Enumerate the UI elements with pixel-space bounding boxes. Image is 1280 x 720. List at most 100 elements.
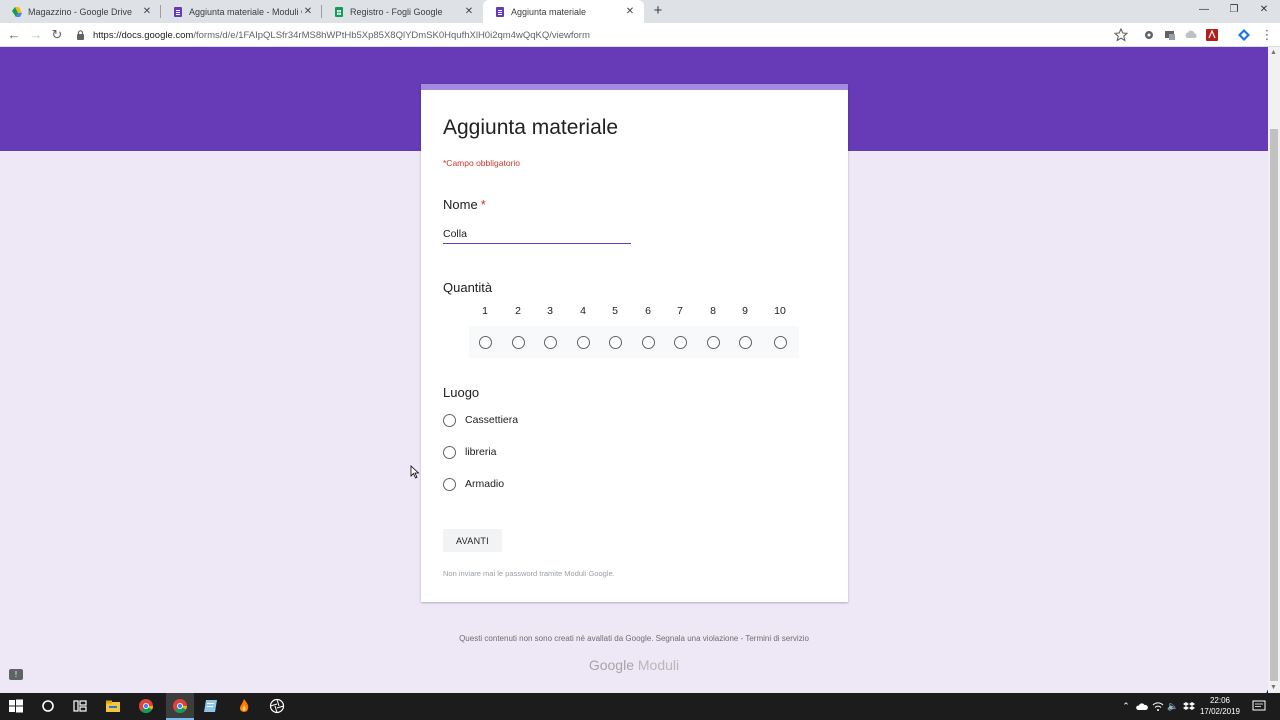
report-feedback-icon[interactable]: ! <box>9 669 23 680</box>
taskbar-clock[interactable]: 22:06 17/02/2019 <box>1196 695 1244 717</box>
volume-icon[interactable]: 🔈 <box>1167 701 1179 712</box>
scale-radio-7[interactable] <box>674 336 687 349</box>
cast-extension-icon[interactable] <box>1163 28 1177 42</box>
scale-label-5: 5 <box>612 305 618 317</box>
option-armadio[interactable]: Armadio <box>443 476 504 492</box>
browser-tab-forms-view[interactable]: Aggiunta materiale ✕ <box>483 0 644 23</box>
close-tab-icon[interactable]: ✕ <box>463 6 475 18</box>
restore-icon[interactable]: ❐ <box>1218 0 1250 23</box>
tab-title: Magazzino - Google Drive <box>28 6 133 17</box>
scale-radio-1[interactable] <box>479 336 492 349</box>
scale-label-4: 4 <box>580 305 586 317</box>
extension-icon[interactable] <box>1142 28 1156 42</box>
question-nome-label: Nome * <box>443 197 486 212</box>
url-path: /forms/d/e/1FAIpQLSfr34rMS8hWPtHb5Xp85X8… <box>193 29 590 41</box>
radio-button[interactable] <box>443 413 456 427</box>
form-card: Aggiunta materiale *Campo obbligatorio N… <box>421 84 848 602</box>
address-bar[interactable]: https://docs.google.com/forms/d/e/1FAIpQ… <box>76 25 1136 45</box>
scale-radio-5[interactable] <box>609 336 622 349</box>
tab-title: Aggiunta materiale <box>511 6 587 17</box>
onedrive-icon[interactable] <box>1136 701 1148 712</box>
chrome-active-icon[interactable] <box>172 698 188 714</box>
option-cassettiera[interactable]: Cassettiera <box>443 412 518 428</box>
scale-label-10: 10 <box>774 305 786 317</box>
windows-start-icon[interactable] <box>8 698 24 714</box>
browser-tab-sheets[interactable]: Registro - Fogli Google ✕ <box>322 0 483 23</box>
close-tab-icon[interactable]: ✕ <box>302 6 314 18</box>
scale-label-6: 6 <box>645 305 651 317</box>
close-tab-icon[interactable]: ✕ <box>624 6 636 18</box>
google-forms-logo[interactable]: Google Moduli <box>0 657 1268 673</box>
browser-tab-forms-edit[interactable]: Aggiunta materiale - Moduli Goo ✕ <box>161 0 322 23</box>
scale-radio-6[interactable] <box>642 336 655 349</box>
required-field-note: *Campo obbligatorio <box>443 158 521 168</box>
forward-arrow-icon[interactable]: → <box>27 26 45 44</box>
google-forms-icon <box>174 6 182 17</box>
question-luogo-label: Luogo <box>443 385 480 400</box>
scale-radio-2[interactable] <box>512 336 525 349</box>
option-label: Armadio <box>465 478 505 490</box>
task-view-icon[interactable] <box>72 698 88 714</box>
question-quantita-label: Quantità <box>443 280 493 295</box>
required-asterisk: * <box>480 197 486 212</box>
cloud-extension-icon[interactable] <box>1184 28 1198 42</box>
page-scrollbar[interactable]: ▲ ▼ <box>1268 47 1280 693</box>
footer-disclaimer[interactable]: Questi contenuti non sono creati né aval… <box>0 634 1268 643</box>
browser-toolbar: ← → ↻ https://docs.google.com/forms/d/e/… <box>0 23 1280 47</box>
password-warning: Non inviare mai le password tramite Modu… <box>443 569 615 578</box>
browser-tab-drive[interactable]: Magazzino - Google Drive ✕ <box>0 0 161 23</box>
scale-radio-4[interactable] <box>577 336 590 349</box>
scale-radio-8[interactable] <box>707 336 720 349</box>
next-button[interactable]: AVANTI <box>443 529 502 552</box>
flame-app-icon[interactable] <box>236 698 252 714</box>
brand-google: Google <box>588 657 634 673</box>
tab-title: Aggiunta materiale - Moduli Goo <box>189 6 302 17</box>
tray-overflow-icon[interactable]: ⌃ <box>1120 701 1132 712</box>
acrobat-icon[interactable] <box>1205 28 1219 42</box>
aperture-app-icon[interactable] <box>269 698 285 714</box>
radio-button[interactable] <box>443 477 456 491</box>
scroll-up-icon[interactable]: ▲ <box>1270 49 1277 56</box>
scale-label-8: 8 <box>710 305 716 317</box>
brand-product: Moduli <box>637 657 680 673</box>
scale-radio-9[interactable] <box>739 336 752 349</box>
close-tab-icon[interactable]: ✕ <box>141 6 153 18</box>
scroll-down-icon[interactable]: ▼ <box>1270 684 1277 691</box>
bookmark-star-icon[interactable] <box>1114 28 1128 42</box>
google-sheets-icon <box>335 6 343 17</box>
scale-label-9: 9 <box>742 305 748 317</box>
scale-radio-3[interactable] <box>544 336 557 349</box>
google-forms-icon <box>496 6 504 17</box>
notes-app-icon[interactable] <box>203 698 219 714</box>
network-icon[interactable] <box>1152 701 1164 712</box>
clock-date: 17/02/2019 <box>1199 707 1241 716</box>
scale-radio-10[interactable] <box>774 336 787 349</box>
cortana-search-icon[interactable] <box>40 698 56 714</box>
nome-input[interactable] <box>443 225 631 244</box>
new-tab-button[interactable]: + <box>650 2 666 20</box>
mouse-cursor-icon <box>410 465 420 479</box>
windows-taskbar: ⌃ 🔈 22:06 17/02/2019 <box>0 693 1280 720</box>
lock-icon <box>77 30 84 40</box>
option-label: libreria <box>465 446 497 458</box>
browser-tab-strip: Magazzino - Google Drive ✕ Aggiunta mate… <box>0 0 1280 23</box>
scrollbar-thumb[interactable] <box>1270 129 1278 681</box>
file-explorer-icon[interactable] <box>105 698 121 714</box>
tab-title: Registro - Fogli Google <box>350 6 443 17</box>
dropbox-icon[interactable] <box>1183 701 1195 712</box>
radio-button[interactable] <box>443 445 456 459</box>
question-nome-text: Nome <box>443 197 478 212</box>
scale-label-1: 1 <box>482 305 488 317</box>
scale-label-2: 2 <box>515 305 521 317</box>
option-label: Cassettiera <box>465 414 519 426</box>
back-arrow-icon[interactable]: ← <box>5 26 23 44</box>
action-center-icon[interactable] <box>1252 700 1266 713</box>
option-libreria[interactable]: libreria <box>443 444 497 460</box>
reload-icon[interactable]: ↻ <box>48 26 66 44</box>
browser-menu-icon[interactable]: ⋮ <box>1258 26 1276 44</box>
minimize-icon[interactable]: — <box>1188 0 1220 23</box>
close-window-icon[interactable]: ✕ <box>1248 0 1280 23</box>
chrome-icon[interactable] <box>138 698 154 714</box>
extension-diamond-icon[interactable] <box>1237 28 1251 42</box>
url-host: https://docs.google.com <box>93 29 194 41</box>
